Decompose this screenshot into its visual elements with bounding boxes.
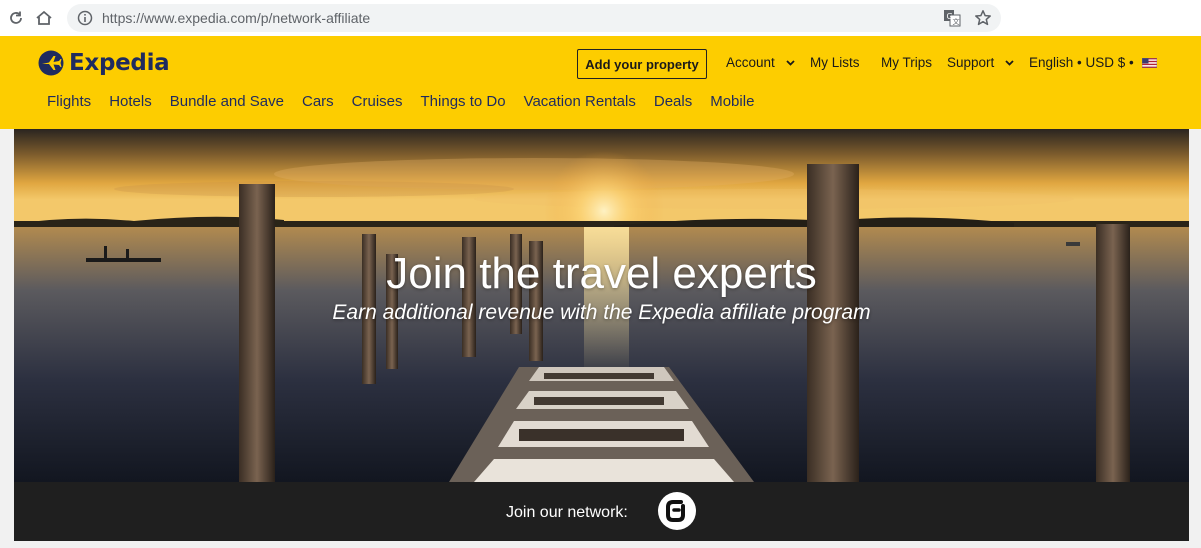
hero-subtitle: Earn additional revenue with the Expedia… (332, 301, 871, 324)
bookmark-star-icon[interactable] (974, 9, 992, 27)
plane-logo-icon (38, 50, 64, 76)
chevron-down-icon (785, 60, 795, 67)
nav-cars[interactable]: Cars (302, 93, 334, 111)
nav-bundle-and-save[interactable]: Bundle and Save (170, 93, 284, 111)
locale-selector[interactable]: English • USD $ • (1029, 55, 1157, 71)
info-icon[interactable] (77, 10, 93, 26)
browser-toolbar: https://www.expedia.com/p/network-affili… (0, 0, 1201, 36)
svg-text:文: 文 (953, 17, 960, 26)
url-text[interactable]: https://www.expedia.com/p/network-affili… (102, 10, 370, 26)
nav-vacation-rentals[interactable]: Vacation Rentals (524, 93, 636, 111)
chevron-down-icon (1005, 60, 1014, 67)
main-navigation: Flights Hotels Bundle and Save Cars Crui… (47, 93, 772, 111)
hero-title: Join the travel experts (386, 249, 817, 298)
support-label: Support (947, 55, 995, 70)
add-property-button[interactable]: Add your property (577, 49, 707, 79)
hero-banner: Join the travel experts Earn additional … (14, 129, 1189, 482)
nav-hotels[interactable]: Hotels (109, 93, 152, 111)
nav-mobile[interactable]: Mobile (710, 93, 754, 111)
nav-flights[interactable]: Flights (47, 93, 91, 111)
my-trips-link[interactable]: My Trips (881, 55, 932, 71)
my-lists-link[interactable]: My Lists (810, 55, 860, 71)
nav-things-to-do[interactable]: Things to Do (421, 93, 506, 111)
account-menu[interactable]: Account (726, 55, 795, 71)
join-network-bar: Join our network: (14, 482, 1189, 541)
site-header: Expedia Add your property Account My Lis… (0, 36, 1201, 129)
reload-icon[interactable] (6, 8, 26, 28)
expedia-logo[interactable]: Expedia (38, 48, 170, 78)
join-network-label: Join our network: (506, 504, 628, 521)
cj-logo-icon[interactable] (658, 492, 696, 530)
nav-deals[interactable]: Deals (654, 93, 692, 111)
nav-cruises[interactable]: Cruises (352, 93, 403, 111)
brand-name: Expedia (69, 50, 170, 76)
translate-icon[interactable]: G文 (943, 9, 961, 27)
home-icon[interactable] (34, 8, 54, 28)
us-flag-icon (1141, 58, 1157, 69)
address-bar[interactable]: https://www.expedia.com/p/network-affili… (67, 4, 1001, 32)
support-menu[interactable]: Support (947, 55, 1014, 71)
locale-label: English • USD $ • (1029, 55, 1134, 70)
account-label: Account (726, 55, 775, 70)
